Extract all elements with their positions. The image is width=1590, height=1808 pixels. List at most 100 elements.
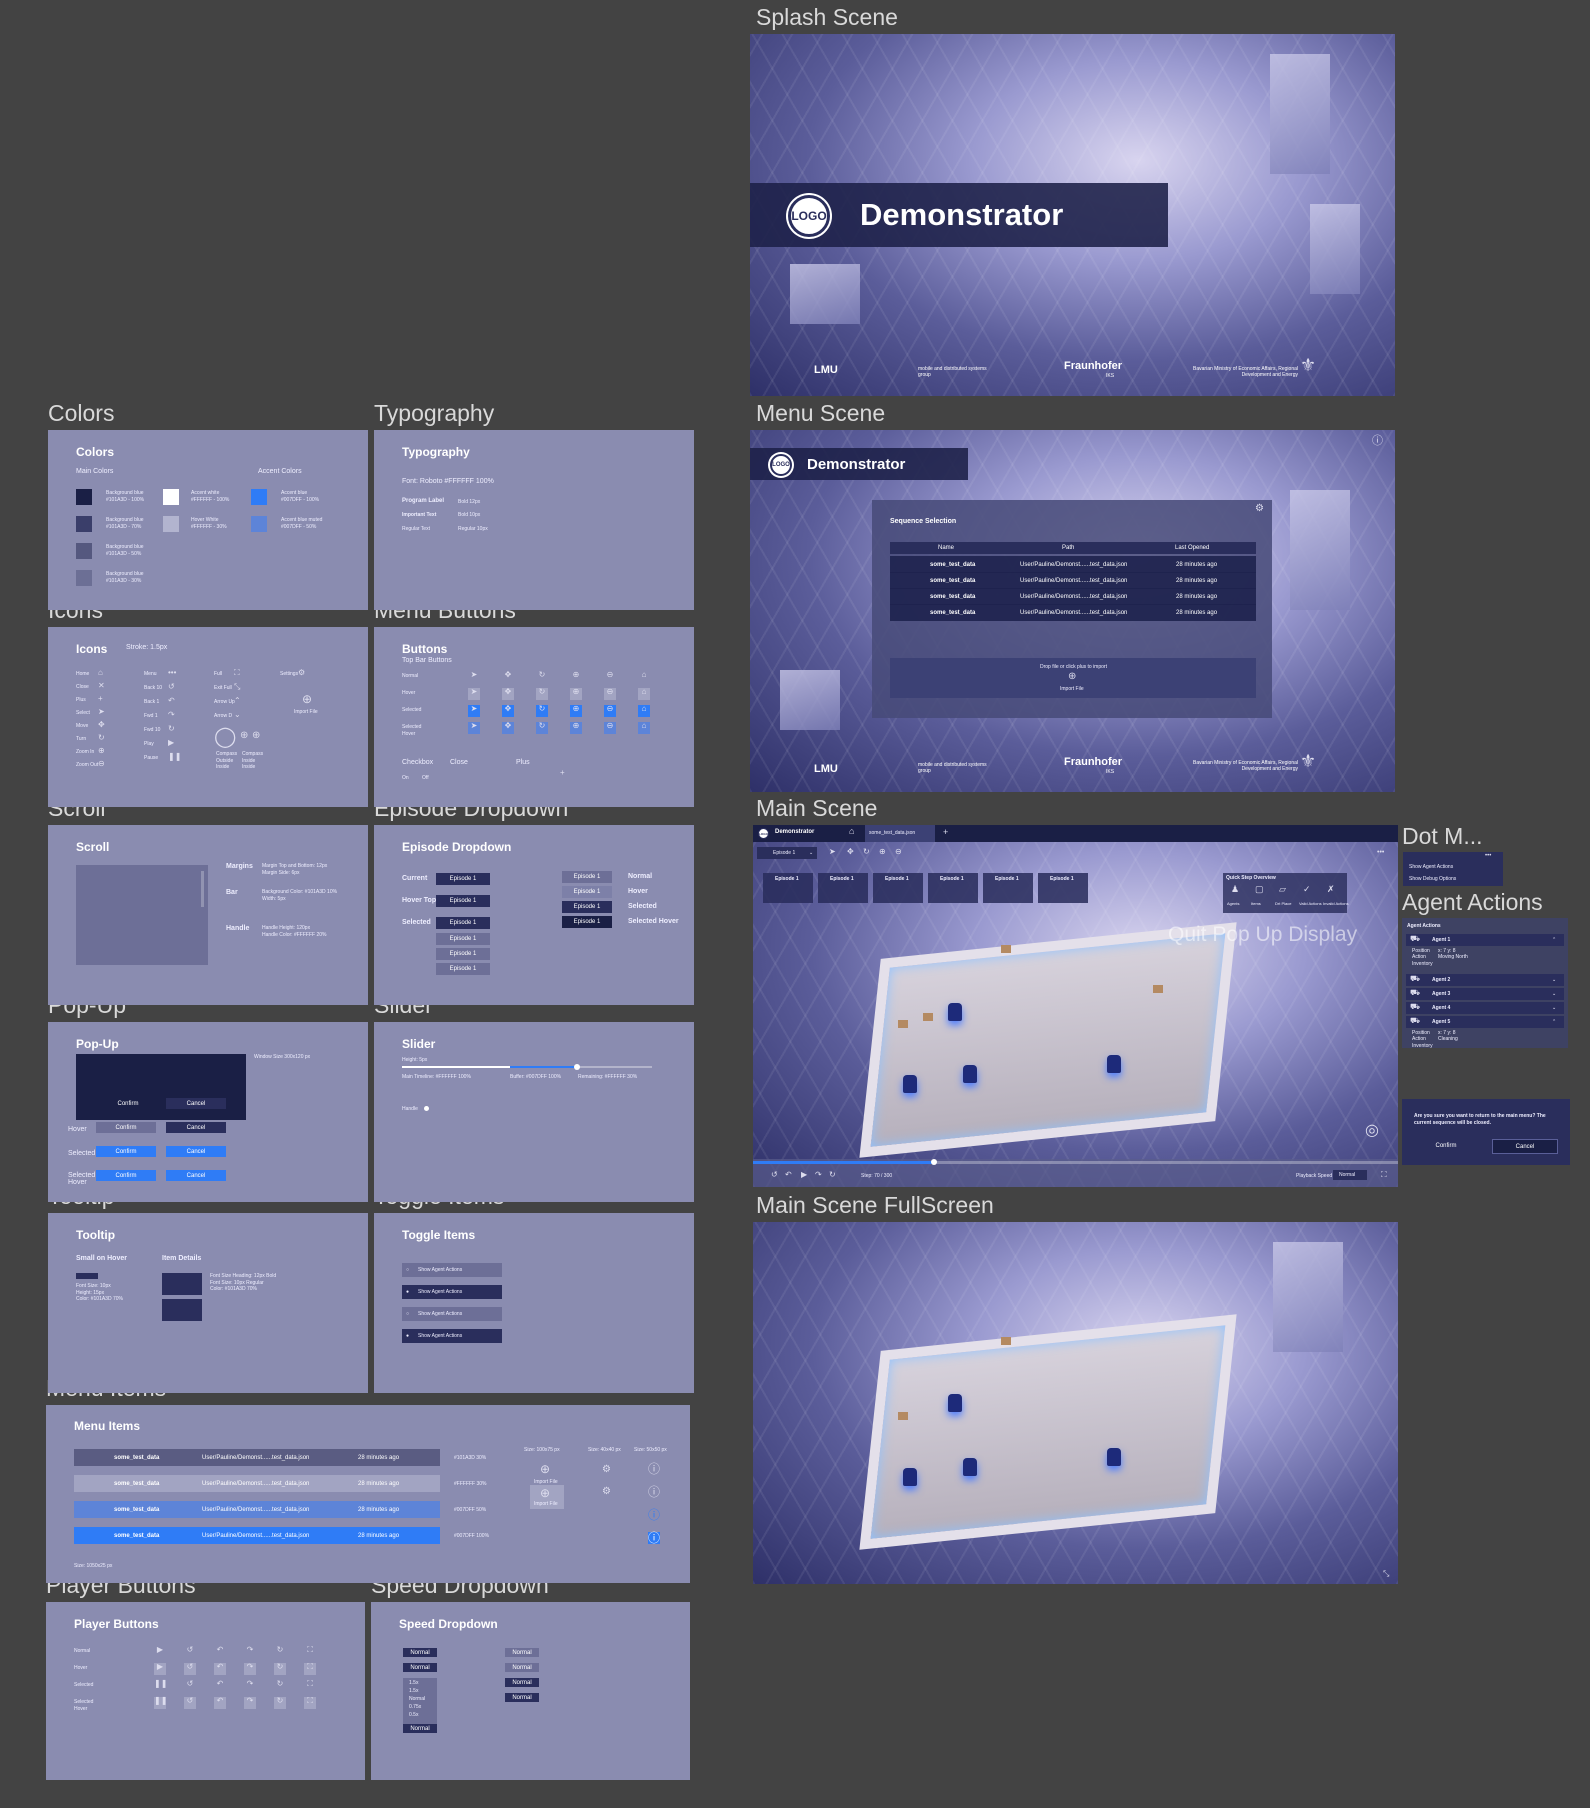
toolbar-button[interactable]: ✥	[502, 705, 514, 717]
menu-item-row[interactable]: some_test_data User/Pauline/Demonst......…	[74, 1527, 440, 1544]
help-icon[interactable]: ⓘ	[1372, 436, 1383, 447]
toolbar-button[interactable]: ✥	[502, 722, 514, 734]
menu-item-row[interactable]: some_test_data User/Pauline/Demonst......…	[74, 1449, 440, 1466]
player-button[interactable]: ↻	[274, 1663, 286, 1675]
player-button[interactable]: ↶	[214, 1680, 226, 1692]
episode-state-sample[interactable]: Episode 1	[562, 916, 612, 928]
cancel-button-hover[interactable]: Cancel	[166, 1122, 226, 1133]
toolbar-button[interactable]: ↻	[536, 671, 548, 683]
play-icon[interactable]: ▶	[801, 1171, 807, 1179]
player-button[interactable]: ⛶	[304, 1663, 316, 1675]
settings-icon[interactable]: ⚙	[602, 1487, 611, 1497]
quick-item-icon[interactable]: ✓	[1303, 885, 1311, 894]
toolbar-button[interactable]: ⊖	[604, 705, 616, 717]
move-icon[interactable]: ✥	[847, 848, 854, 856]
toggle-item[interactable]: ○ Show Agent Actions	[402, 1307, 502, 1321]
agent-row[interactable]: ⛟ Agent 3 ⌄	[1406, 988, 1564, 1000]
toolbar-button[interactable]: ⊖	[604, 688, 616, 700]
cancel-button-selected[interactable]: Cancel	[166, 1146, 226, 1157]
episode-option[interactable]: Episode 1	[436, 933, 490, 945]
episode-dropdown[interactable]: Episode 1 ⌄	[757, 847, 817, 859]
dots-menu-icon[interactable]: •••	[1377, 849, 1384, 856]
menu-item-row[interactable]: some_test_data User/Pauline/Demonst......…	[74, 1501, 440, 1518]
speed-option[interactable]: 1.5x	[409, 1680, 418, 1687]
toolbar-button[interactable]: ⊖	[604, 722, 616, 734]
toolbar-button[interactable]: ⊕	[570, 705, 582, 717]
player-button[interactable]: ↺	[184, 1680, 196, 1692]
toolbar-button[interactable]: ⊕	[570, 722, 582, 734]
table-row[interactable]: some_test_data User/Pauline/Demonst......…	[890, 588, 1256, 605]
player-button[interactable]: ❚❚	[154, 1680, 167, 1692]
speed-dropdown-hover[interactable]: Normal	[403, 1663, 437, 1672]
episode-card[interactable]: Episode 1	[763, 873, 813, 903]
cancel-button[interactable]: Cancel	[166, 1098, 226, 1109]
player-button[interactable]: ↺	[184, 1646, 196, 1658]
toggle-item[interactable]: ○ Show Agent Actions	[402, 1263, 502, 1277]
toolbar-button[interactable]: ⊕	[570, 688, 582, 700]
confirm-button-selected[interactable]: Confirm	[96, 1146, 156, 1157]
episode-state-sample[interactable]: Episode 1	[562, 886, 612, 898]
episode-card[interactable]: Episode 1	[983, 873, 1033, 903]
zoom-in-icon[interactable]: ⊕	[879, 848, 886, 856]
episode-card[interactable]: Episode 1	[928, 873, 978, 903]
toolbar-button[interactable]: ↻	[536, 705, 548, 717]
forward-10-icon[interactable]: ↻	[829, 1171, 836, 1179]
select-icon[interactable]: ➤	[829, 848, 836, 856]
dot-menu-item[interactable]: Show Debug Options	[1409, 876, 1456, 883]
dot-menu-item[interactable]: Show Agent Actions	[1409, 864, 1453, 871]
player-button[interactable]: ↷	[244, 1697, 256, 1709]
player-button[interactable]: ▶	[154, 1646, 166, 1658]
file-tab[interactable]: some_test_data.json	[865, 825, 935, 842]
toolbar-button[interactable]: ⌂	[638, 688, 650, 700]
back-10-icon[interactable]: ↺	[771, 1171, 778, 1179]
player-button[interactable]: ↷	[244, 1680, 256, 1692]
scroll-handle[interactable]	[201, 871, 204, 907]
speed-option-selected[interactable]: Normal	[505, 1678, 539, 1687]
help-icon[interactable]: ⓘ	[648, 1509, 660, 1521]
episode-option[interactable]: Episode 1	[436, 963, 490, 975]
toolbar-button[interactable]: ⊖	[604, 671, 616, 683]
agent-row[interactable]: ⛟ Agent 4 ⌄	[1406, 1002, 1564, 1014]
zoom-out-icon[interactable]: ⊖	[895, 848, 902, 856]
speed-option-selected-hover[interactable]: Normal	[505, 1693, 539, 1702]
help-icon[interactable]: ⓘ	[648, 1486, 660, 1498]
episode-state-sample[interactable]: Episode 1	[562, 901, 612, 913]
player-button[interactable]: ↷	[244, 1663, 256, 1675]
settings-icon[interactable]: ⚙	[1255, 504, 1264, 514]
table-row[interactable]: some_test_data User/Pauline/Demonst......…	[890, 556, 1256, 573]
fullscreen-icon[interactable]: ⛶	[1381, 1171, 1387, 1179]
player-button[interactable]: ↶	[214, 1697, 226, 1709]
player-button[interactable]: ↶	[214, 1663, 226, 1675]
episode-dropdown[interactable]: Episode 1	[436, 917, 490, 929]
player-button[interactable]: ↻	[274, 1697, 286, 1709]
back-1-icon[interactable]: ↶	[785, 1171, 792, 1179]
toggle-item[interactable]: ● Show Agent Actions	[402, 1329, 502, 1343]
quick-item-icon[interactable]: ▱	[1279, 885, 1286, 894]
menu-item-row[interactable]: some_test_data User/Pauline/Demonst......…	[74, 1475, 440, 1492]
agent-row[interactable]: ⛟ Agent 5 ⌃	[1406, 1016, 1564, 1028]
help-icon[interactable]: ⓘ	[648, 1532, 661, 1544]
player-button[interactable]: ❚❚	[154, 1697, 167, 1709]
confirm-button-hover[interactable]: Confirm	[96, 1122, 156, 1133]
help-icon[interactable]: ⓘ	[648, 1463, 660, 1475]
exit-fullscreen-icon[interactable]: ⤡	[1383, 1570, 1389, 1578]
toolbar-button[interactable]: ⊕	[570, 671, 582, 683]
player-button[interactable]: ↺	[184, 1697, 196, 1709]
home-icon[interactable]: ⌂	[849, 827, 854, 836]
player-button[interactable]: ↷	[244, 1646, 256, 1658]
toggle-item[interactable]: ● Show Agent Actions	[402, 1285, 502, 1299]
slider-handle[interactable]	[574, 1064, 580, 1070]
speed-option-normal[interactable]: Normal	[505, 1648, 539, 1657]
episode-card[interactable]: Episode 1	[873, 873, 923, 903]
import-drop-zone[interactable]: Drop file or click plus to import ⊕ Impo…	[890, 658, 1256, 698]
episode-card[interactable]: Episode 1	[1038, 873, 1088, 903]
import-button-hover[interactable]: ⊕ Import File	[530, 1485, 564, 1509]
speed-option[interactable]: 0.75x	[409, 1704, 421, 1711]
timeline-handle[interactable]	[930, 1159, 937, 1165]
player-button[interactable]: ↶	[214, 1646, 226, 1658]
confirm-button[interactable]: Confirm	[1414, 1139, 1478, 1152]
speed-option[interactable]: 1.5x	[409, 1688, 418, 1695]
player-button[interactable]: ▶	[154, 1663, 166, 1675]
toolbar-button[interactable]: ↻	[536, 688, 548, 700]
confirm-button-selected-hover[interactable]: Confirm	[96, 1170, 156, 1181]
